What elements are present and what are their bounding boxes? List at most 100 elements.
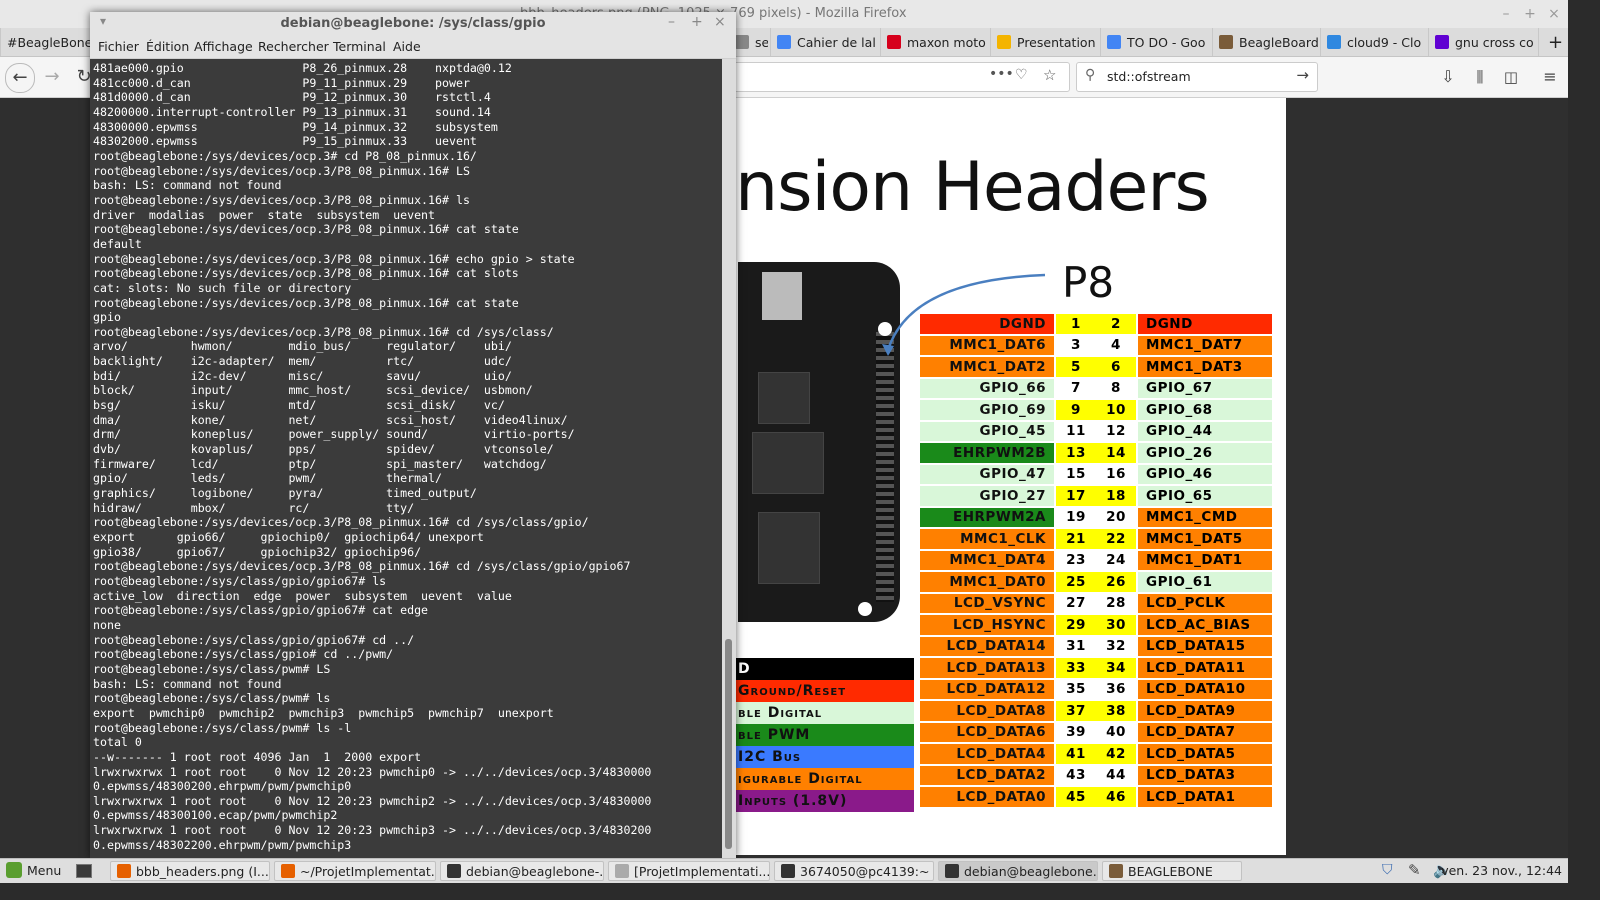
slides-icon [997,35,1011,49]
go-arrow-icon[interactable]: → [1296,66,1309,84]
terminal-line: root@beaglebone:/sys/class/pwm# ls [93,691,331,706]
mint-logo-icon [6,862,22,878]
back-arrow-icon[interactable]: ← [5,63,35,93]
terminal-menu-item[interactable]: Aide [393,39,421,54]
taskbar-window-button[interactable]: ~/ProjetImplementat... [274,861,436,881]
pocket-icon[interactable]: ♡ [1015,67,1028,83]
start-menu-button[interactable]: Menu [6,862,61,878]
terminal-line: 481ae000.gpio P8_26_pinmux.28 nxptda@0.1… [93,61,512,75]
pin-row: LCD_DATA14 31 32 LCD_DATA15 [920,636,1272,656]
pin-name-right: MMC1_DAT3 [1138,357,1272,377]
terminal-line: gpio/ leds/ pwm/ thermal/ [93,471,443,486]
pin-number-left: 5 [1056,357,1096,377]
url-bar[interactable]: ••• ♡ ☆ [690,62,1070,92]
pin-row: LCD_DATA12 35 36 LCD_DATA10 [920,679,1272,699]
pin-number-left: 27 [1056,593,1096,613]
terminal-output[interactable]: 481ae000.gpio P8_26_pinmux.28 nxptda@0.1… [90,59,722,858]
browser-tab-label: cloud9 - Clo [1347,34,1422,50]
terminal-line: block/ input/ mmc_host/ scsi_device/ usb… [93,383,533,398]
pin-name-left: LCD_DATA2 [920,765,1054,785]
browser-tab[interactable]: Cahier de lal [770,28,880,56]
pin-number-right: 14 [1096,443,1136,463]
maximize-icon[interactable]: + [691,14,703,30]
pin-number-right: 36 [1096,679,1136,699]
browser-tab[interactable]: #BeagleBone [0,28,100,56]
terminal-menu-item[interactable]: Terminal [333,39,386,54]
taskbar-window-button[interactable]: debian@beaglebone-... [440,861,604,881]
hamburger-menu-icon[interactable]: ≡ [1536,63,1564,91]
close-icon[interactable]: × [714,14,726,30]
terminal-line: root@beaglebone:/sys/class/gpio/gpio67# … [93,603,429,618]
sidebar-icon[interactable]: ◫ [1497,63,1525,91]
taskbar-window-button[interactable]: debian@beaglebone... [938,861,1098,881]
pin-name-left: EHRPWM2A [920,507,1054,527]
shield-icon[interactable]: ⛉ [1382,862,1393,878]
more-actions-icon[interactable]: ••• [989,66,1014,82]
chip [758,372,810,424]
maxon-icon [887,35,901,49]
browser-tab[interactable]: BeagleBoard [1212,28,1320,56]
pin-name-right: LCD_DATA3 [1138,765,1272,785]
beagle-icon [1219,35,1233,49]
scrollbar-thumb[interactable] [725,639,732,849]
close-icon[interactable]: × [1544,4,1564,24]
library-icon[interactable]: ⫼ [1466,63,1494,91]
pin-number-left: 11 [1056,421,1096,441]
search-input[interactable]: ⚲ std::ofstream → [1076,62,1318,92]
bookmark-star-icon[interactable]: ☆ [1043,66,1056,84]
minimize-icon[interactable]: – [1496,4,1516,24]
taskbar-window-button[interactable]: BEAGLEBONE [1102,861,1242,881]
maximize-icon[interactable]: + [1520,4,1540,24]
terminal-menu-item[interactable]: Fichier [98,39,139,54]
docs-icon [1107,35,1121,49]
pin-number-right: 24 [1096,550,1136,570]
app-icon [281,864,295,878]
slide-title: nsion Headers [735,148,1210,227]
terminal-menu-item[interactable]: Rechercher [258,39,329,54]
taskbar-window-button[interactable]: 3674050@pc4139:~ [774,861,934,881]
browser-tab[interactable]: Presentation [990,28,1100,56]
pin-name-left: DGND [920,314,1054,334]
pin-name-left: LCD_VSYNC [920,593,1054,613]
pin-number-left: 13 [1056,443,1096,463]
taskbar-window-button[interactable]: bbb_headers.png (I... [110,861,270,881]
terminal-line: bsg/ isku/ mtd/ scsi_disk/ vc/ [93,398,505,413]
terminal-line: root@beaglebone:/sys/devices/ocp.3/P8_08… [93,222,519,237]
new-tab-button[interactable]: + [1538,28,1568,56]
pin-number-right: 30 [1096,615,1136,635]
legend-item: Ground/Reset [736,680,914,702]
taskbar-window-label: BEAGLEBONE [1128,863,1213,879]
page-icon [735,35,749,49]
browser-tab[interactable]: TO DO - Goo [1100,28,1212,56]
terminal-line: gpio38/ gpio67/ gpiochip32/ gpiochip96/ [93,544,422,559]
browser-tab[interactable]: gnu cross co [1428,28,1536,56]
pin-number-left: 1 [1056,314,1096,334]
taskbar-window-button[interactable]: [ProjetImplementati... [608,861,770,881]
pin-row: MMC1_DAT2 5 6 MMC1_DAT3 [920,357,1272,377]
clock[interactable]: ven. 23 nov., 12:44 [1441,863,1562,878]
terminal-launcher-icon[interactable] [76,864,92,878]
terminal-scrollbar[interactable] [722,59,736,858]
terminal-line: none [93,617,121,632]
taskbar-window-label: [ProjetImplementati... [634,863,770,879]
terminal-menu-item[interactable]: Affichage [194,39,253,54]
terminal-line: root@beaglebone:/sys/devices/ocp.3/P8_08… [93,559,631,574]
browser-tab[interactable]: maxon moto [880,28,990,56]
pin-row: MMC1_DAT0 25 26 GPIO_61 [920,572,1272,592]
pin-number-left: 29 [1056,615,1096,635]
pin-name-right: GPIO_67 [1138,378,1272,398]
app-icon [781,864,795,878]
terminal-line: root@beaglebone:/sys/devices/ocp.3/P8_08… [93,192,470,207]
browser-tab-label: maxon moto [907,34,986,50]
terminal-menu-item[interactable]: Édition [146,39,189,54]
network-icon[interactable]: ✎ [1408,861,1421,879]
cloud-icon [1327,35,1341,49]
pin-name-right: GPIO_68 [1138,400,1272,420]
terminal-line: root@beaglebone:/sys/devices/ocp.3/P8_08… [93,295,519,310]
download-icon[interactable]: ⇩ [1434,63,1462,91]
pin-number-right: 12 [1096,421,1136,441]
terminal-line: 0.epwmss/48300100.ecap/pwm/pwmchip2 [93,808,338,823]
forward-arrow-icon[interactable]: → [38,63,66,91]
browser-tab[interactable]: cloud9 - Clo [1320,28,1428,56]
minimize-icon[interactable]: – [668,14,675,30]
